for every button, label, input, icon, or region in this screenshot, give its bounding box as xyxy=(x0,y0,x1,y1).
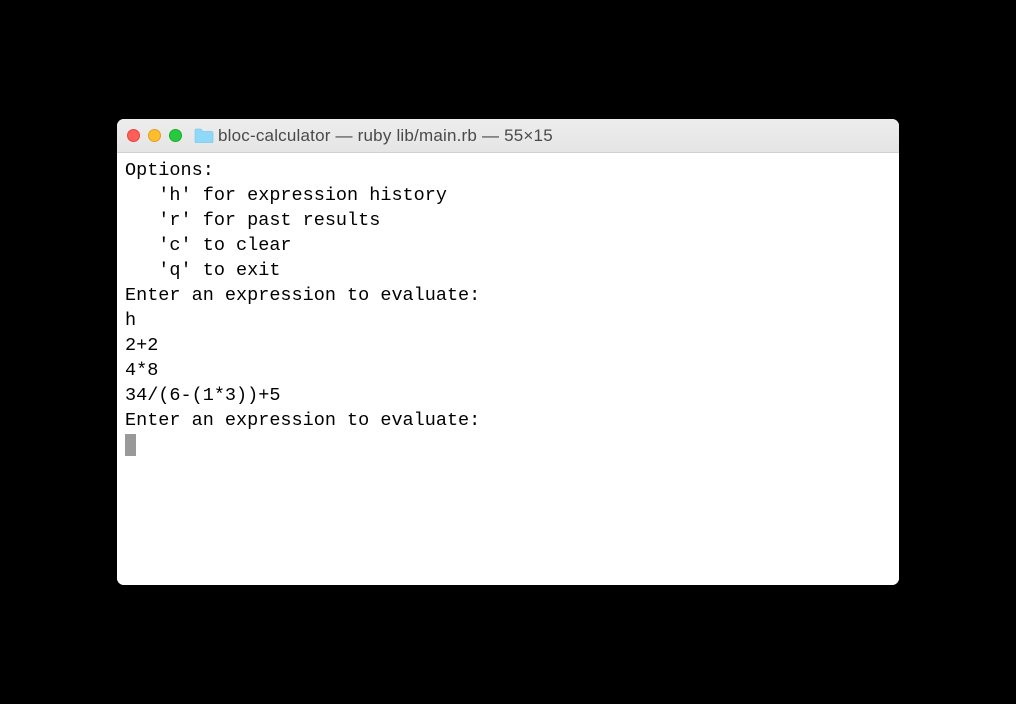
close-button[interactable] xyxy=(127,129,140,142)
folder-icon xyxy=(194,128,214,143)
terminal-line: Enter an expression to evaluate: xyxy=(125,284,891,309)
window-title: bloc-calculator — ruby lib/main.rb — 55×… xyxy=(218,126,553,146)
terminal-line: 'r' for past results xyxy=(125,209,891,234)
titlebar[interactable]: bloc-calculator — ruby lib/main.rb — 55×… xyxy=(117,119,899,153)
terminal-window: bloc-calculator — ruby lib/main.rb — 55×… xyxy=(117,119,899,585)
terminal-line: Options: xyxy=(125,159,891,184)
maximize-button[interactable] xyxy=(169,129,182,142)
terminal-line: 34/(6-(1*3))+5 xyxy=(125,384,891,409)
terminal-line: 'c' to clear xyxy=(125,234,891,259)
minimize-button[interactable] xyxy=(148,129,161,142)
cursor xyxy=(125,434,136,456)
terminal-line: 2+2 xyxy=(125,334,891,359)
terminal-line: 'q' to exit xyxy=(125,259,891,284)
terminal-line: 4*8 xyxy=(125,359,891,384)
terminal-line: Enter an expression to evaluate: xyxy=(125,409,891,434)
terminal-line: h xyxy=(125,309,891,334)
traffic-lights xyxy=(127,129,182,142)
terminal-line: 'h' for expression history xyxy=(125,184,891,209)
terminal-body[interactable]: Options: 'h' for expression history 'r' … xyxy=(117,153,899,585)
